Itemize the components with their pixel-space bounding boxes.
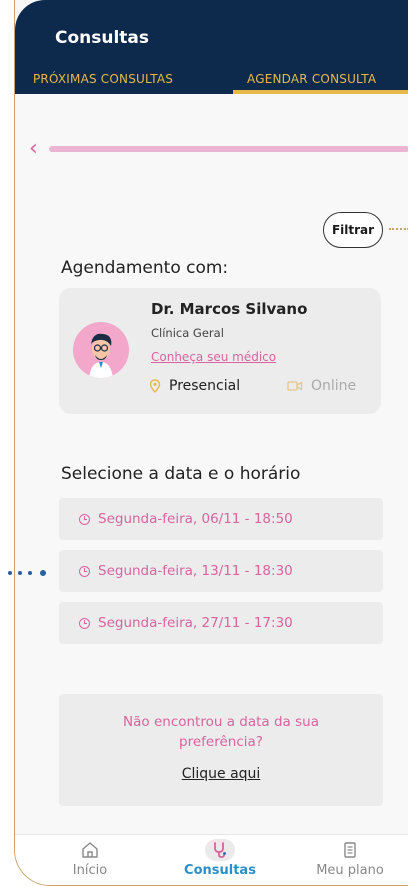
video-camera-icon <box>287 381 303 391</box>
document-icon <box>344 842 356 858</box>
clock-icon <box>79 617 90 629</box>
clock-icon <box>79 565 90 577</box>
doctor-avatar <box>73 322 129 378</box>
phone-frame: Consultas PRÓXIMAS CONSULTAS AGENDAR CON… <box>14 0 408 886</box>
app-bar: Consultas PRÓXIMAS CONSULTAS AGENDAR CON… <box>15 0 408 94</box>
nav-label-meu-plano: Meu plano <box>316 863 384 878</box>
nav-label-consultas: Consultas <box>184 863 256 878</box>
tab-agendar-consulta[interactable]: AGENDAR CONSULTA <box>247 72 376 86</box>
meet-doctor-link[interactable]: Conheça seu médico <box>151 350 276 364</box>
nav-item-consultas[interactable]: Consultas <box>165 839 275 878</box>
time-slot-button[interactable]: Segunda-feira, 13/11 - 18:30 <box>59 550 383 592</box>
location-pin-icon <box>149 379 161 393</box>
time-slot-label: Segunda-feira, 27/11 - 17:30 <box>98 615 293 631</box>
active-nav-bubble <box>205 839 235 861</box>
page-title: Consultas <box>55 28 150 48</box>
date-not-found-text: Não encontrou a data da sua preferência? <box>123 714 319 750</box>
stethoscope-icon <box>214 842 226 858</box>
doctor-card: Dr. Marcos Silvano Clínica Geral Conheça… <box>59 288 381 414</box>
clock-icon <box>79 513 90 525</box>
step-progress-bar <box>49 146 408 152</box>
date-not-found-card: Não encontrou a data da sua preferência?… <box>59 694 383 806</box>
filter-dotted-connector <box>389 228 408 230</box>
mode-online-label: Online <box>311 378 357 394</box>
nav-label-inicio: Início <box>72 863 108 878</box>
doctor-illustration-icon <box>89 333 113 378</box>
time-slot-label: Segunda-feira, 06/11 - 18:50 <box>98 511 293 527</box>
select-date-heading: Selecione a data e o horário <box>61 464 301 484</box>
time-slot-label: Segunda-feira, 13/11 - 18:30 <box>98 563 293 579</box>
appointment-with-heading: Agendamento com: <box>61 258 229 278</box>
time-slot-button[interactable]: Segunda-feira, 06/11 - 18:50 <box>59 498 383 540</box>
mode-online-option[interactable]: Online <box>287 378 356 394</box>
mode-presencial-label: Presencial <box>169 378 241 394</box>
bottom-navigation: Início Consultas Meu plano <box>15 834 408 885</box>
click-here-link[interactable]: Clique aqui <box>59 766 383 782</box>
doctor-specialty: Clínica Geral <box>151 326 224 340</box>
nav-item-inicio[interactable]: Início <box>35 839 145 878</box>
filter-button[interactable]: Filtrar <box>323 212 383 248</box>
time-slot-button[interactable]: Segunda-feira, 27/11 - 17:30 <box>59 602 383 644</box>
nav-item-meu-plano[interactable]: Meu plano <box>295 839 405 878</box>
mode-presencial-option[interactable]: Presencial <box>149 378 240 394</box>
tab-proximas-consultas[interactable]: PRÓXIMAS CONSULTAS <box>33 72 173 86</box>
doctor-name: Dr. Marcos Silvano <box>151 300 308 318</box>
side-dotted-connector <box>0 570 46 577</box>
main-content: ‹ Filtrar Agendamento com: Dr. Marcos Si… <box>15 94 408 834</box>
back-chevron-icon[interactable]: ‹ <box>29 138 38 160</box>
home-icon <box>82 842 98 858</box>
